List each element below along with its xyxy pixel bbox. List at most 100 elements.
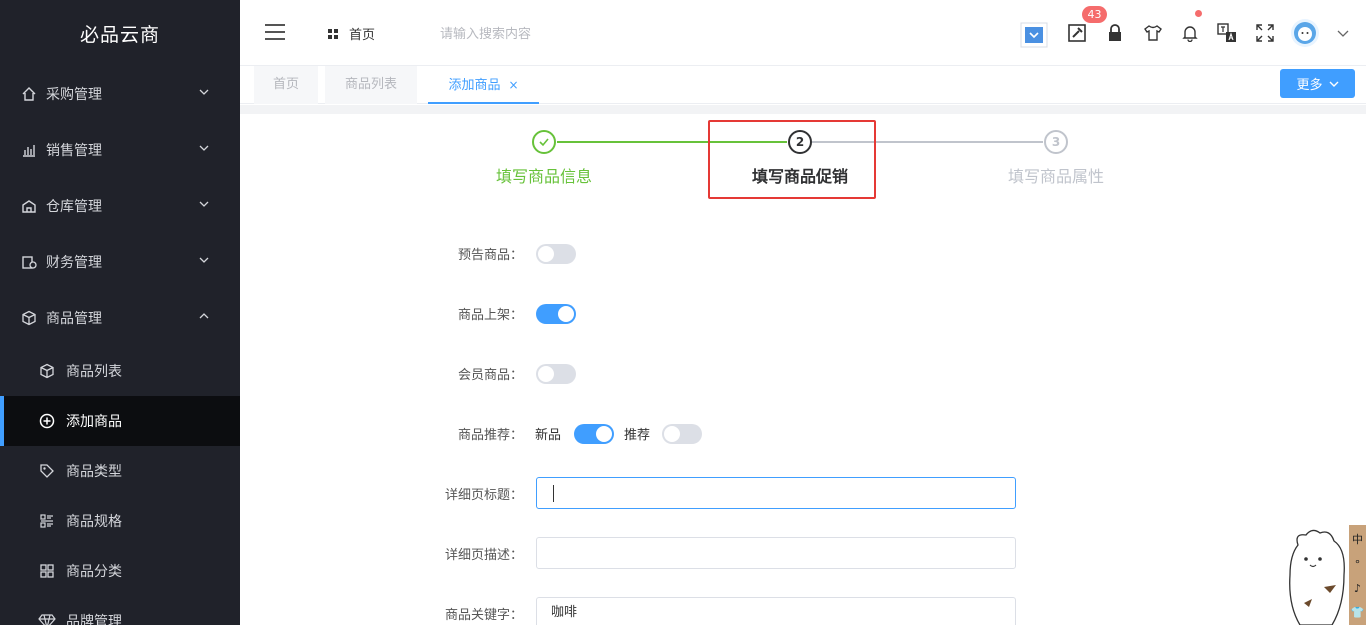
form-row-recommend: 商品推荐： 新品 推荐 — [240, 416, 1366, 450]
detail-title-label: 详细页标题： — [444, 488, 523, 503]
hamburger-menu-icon[interactable] — [265, 24, 285, 40]
step-3-number: 3 — [1044, 130, 1068, 154]
publish-label: 商品上架： — [457, 308, 523, 323]
bar-chart-icon — [20, 141, 38, 159]
theme-shirt-icon[interactable] — [1142, 22, 1164, 44]
new-product-label: 新品 — [535, 428, 562, 443]
sidebar-item-goods-spec[interactable]: 商品规格 — [0, 496, 240, 546]
finance-icon — [20, 253, 38, 271]
recommend-product-label: 推荐 — [624, 428, 651, 443]
bell-icon[interactable] — [1179, 22, 1201, 44]
chevron-down-icon — [199, 257, 209, 263]
sidebar-item-label: 商品规格 — [66, 514, 122, 530]
cube-icon — [38, 362, 56, 380]
search-input[interactable]: 请输入搜索内容 — [440, 23, 531, 42]
tag-icon — [38, 462, 56, 480]
step-1-check-icon — [532, 130, 556, 154]
dropdown-toggle-icon[interactable] — [1020, 22, 1048, 48]
new-product-switch[interactable] — [574, 424, 614, 444]
chevron-down-icon — [199, 89, 209, 95]
menu-label: 商品管理 — [46, 311, 102, 327]
translate-icon[interactable] — [1216, 22, 1238, 44]
content-area: 填写商品信息 2 填写商品促销 3 填写商品属性 预告商品： 商品上架： 会员商… — [240, 105, 1366, 625]
tab-close-icon[interactable]: × — [508, 78, 518, 92]
form-row-detail-desc: 详细页描述： — [240, 536, 1366, 570]
fullscreen-icon[interactable] — [1254, 22, 1276, 44]
form-row-keywords: 商品关键字： 咖啡 — [240, 596, 1366, 625]
top-header: 首页 请输入搜索内容 43 — [240, 0, 1366, 66]
diamond-icon — [38, 612, 56, 625]
form-row-member: 会员商品： — [240, 356, 1366, 390]
lock-icon[interactable] — [1104, 22, 1126, 44]
brand-logo-text: 必品云商 — [79, 23, 160, 46]
menu-warehouse[interactable]: 仓库管理 — [0, 178, 240, 234]
sidebar-item-label: 商品类型 — [66, 464, 122, 480]
grid-icon — [38, 562, 56, 580]
mascot-pet-image[interactable] — [1284, 525, 1350, 625]
sidebar-item-label: 商品列表 — [66, 364, 122, 380]
tab-add-goods[interactable]: 添加商品 × — [428, 66, 539, 104]
sidebar-item-add-goods[interactable]: 添加商品 — [0, 396, 240, 446]
menu-purchase[interactable]: 采购管理 — [0, 66, 240, 122]
home-cart-icon — [20, 85, 38, 103]
presale-switch[interactable] — [536, 244, 576, 264]
apps-grid-icon — [328, 28, 338, 39]
avatar[interactable] — [1291, 19, 1319, 47]
menu-sales[interactable]: 销售管理 — [0, 122, 240, 178]
home-link[interactable]: 首页 — [327, 24, 375, 43]
menu-label: 采购管理 — [46, 87, 102, 103]
chevron-down-icon[interactable] — [1332, 22, 1354, 44]
menu-goods[interactable]: 商品管理 — [0, 290, 240, 346]
step-highlight-box — [708, 120, 876, 199]
notification-badge: 43 — [1082, 6, 1107, 23]
sidebar-item-label: 商品分类 — [66, 564, 122, 580]
form-row-presale: 预告商品： — [240, 236, 1366, 270]
sidebar-item-goods-category[interactable]: 商品分类 — [0, 546, 240, 596]
tab-goods-list[interactable]: 商品列表 — [325, 66, 417, 104]
spec-list-icon — [38, 512, 56, 530]
more-label: 更多 — [1296, 78, 1323, 93]
tools-icon[interactable] — [1066, 22, 1088, 44]
keywords-label: 商品关键字： — [444, 608, 523, 623]
sidebar: 必品云商 采购管理 销售管理 仓库管理 财务管理 商品管理 商品列表 添加商品 … — [0, 0, 240, 625]
presale-label: 预告商品： — [457, 248, 523, 263]
step-3-title: 填写商品属性 — [1007, 167, 1104, 186]
recommend-product-switch[interactable] — [662, 424, 702, 444]
menu-label: 财务管理 — [46, 255, 102, 271]
sidebar-item-brand[interactable]: 品牌管理 — [0, 596, 240, 625]
mascot-tool-2[interactable]: ° — [1355, 558, 1361, 571]
text-caret — [553, 485, 554, 502]
recommend-label: 商品推荐： — [457, 428, 523, 443]
publish-switch[interactable] — [536, 304, 576, 324]
tab-label: 添加商品 — [448, 78, 501, 93]
keywords-value: 咖啡 — [551, 605, 578, 620]
member-switch[interactable] — [536, 364, 576, 384]
sidebar-item-goods-type[interactable]: 商品类型 — [0, 446, 240, 496]
bell-unread-dot — [1195, 10, 1202, 17]
plus-circle-icon — [38, 412, 56, 430]
sidebar-item-label: 品牌管理 — [66, 614, 122, 625]
menu-label: 销售管理 — [46, 143, 102, 159]
chevron-up-icon — [199, 313, 209, 319]
more-button[interactable]: 更多 — [1280, 69, 1355, 98]
form-row-publish: 商品上架： — [240, 296, 1366, 330]
box-icon — [20, 309, 38, 327]
tab-label: 首页 — [272, 77, 299, 92]
menu-finance[interactable]: 财务管理 — [0, 234, 240, 290]
sidebar-item-label: 添加商品 — [66, 414, 122, 430]
form-card: 填写商品信息 2 填写商品促销 3 填写商品属性 预告商品： 商品上架： 会员商… — [240, 114, 1366, 625]
mascot-tool-4[interactable]: 👕 — [1351, 606, 1365, 619]
tab-label: 商品列表 — [344, 77, 397, 92]
detail-desc-input[interactable] — [536, 537, 1016, 569]
home-label: 首页 — [349, 28, 376, 43]
keywords-input[interactable]: 咖啡 — [536, 597, 1016, 625]
mascot-toolbar: 中 ° ♪ 👕 — [1349, 525, 1366, 625]
tab-home[interactable]: 首页 — [254, 66, 318, 104]
chevron-down-icon — [1329, 81, 1338, 87]
sidebar-item-goods-list[interactable]: 商品列表 — [0, 346, 240, 396]
mascot-tool-3[interactable]: ♪ — [1354, 582, 1361, 595]
detail-title-input[interactable] — [536, 477, 1016, 509]
chevron-down-icon — [199, 201, 209, 207]
mascot-tool-1[interactable]: 中 — [1352, 531, 1363, 547]
form-row-detail-title: 详细页标题： — [240, 476, 1366, 510]
